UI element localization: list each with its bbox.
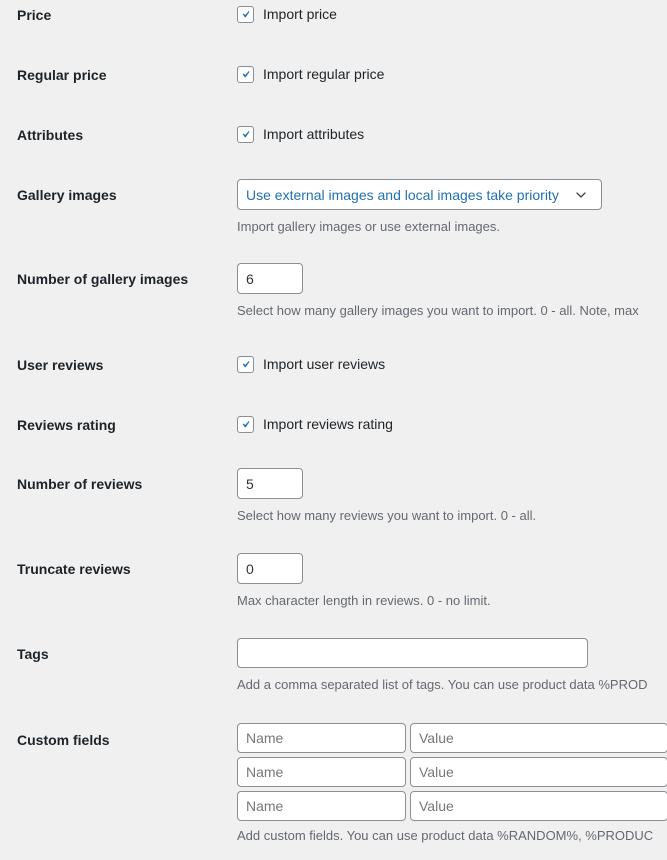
import-price-checkbox[interactable] xyxy=(237,6,254,23)
custom-fields-description: Add custom fields. You can use product d… xyxy=(237,827,667,845)
checkmark-icon xyxy=(239,357,252,372)
checkbox-row-user-reviews[interactable]: Import user reviews xyxy=(237,354,385,374)
import-regular-price-label: Import regular price xyxy=(263,67,384,81)
row-label-tags: Tags xyxy=(17,646,49,662)
custom-field-value-input-2[interactable] xyxy=(410,757,667,787)
number-of-reviews-input[interactable] xyxy=(237,468,303,499)
gallery-images-select[interactable]: Use external images and local images tak… xyxy=(237,179,602,210)
row-label-attributes: Attributes xyxy=(17,127,83,143)
custom-field-name-input-2[interactable] xyxy=(237,757,406,787)
custom-field-name-input-3[interactable] xyxy=(237,791,406,821)
checkmark-icon xyxy=(239,67,252,82)
checkbox-row-regular-price[interactable]: Import regular price xyxy=(237,64,384,84)
checkbox-row-price[interactable]: Import price xyxy=(237,4,337,24)
custom-field-row xyxy=(237,791,667,821)
row-label-truncate-reviews: Truncate reviews xyxy=(17,561,131,577)
import-reviews-rating-label: Import reviews rating xyxy=(263,417,393,431)
field-regular-price: Import regular price xyxy=(237,64,384,84)
row-label-number-of-gallery-images: Number of gallery images xyxy=(17,271,188,287)
number-of-gallery-images-input[interactable] xyxy=(237,263,303,294)
custom-field-value-input-1[interactable] xyxy=(410,723,667,753)
row-label-regular-price: Regular price xyxy=(17,67,106,83)
field-tags: Add a comma separated list of tags. You … xyxy=(237,638,647,694)
truncate-reviews-description: Max character length in reviews. 0 - no … xyxy=(237,592,491,610)
field-attributes: Import attributes xyxy=(237,124,364,144)
import-attributes-checkbox[interactable] xyxy=(237,126,254,143)
field-number-of-reviews: Select how many reviews you want to impo… xyxy=(237,468,536,525)
field-truncate-reviews: Max character length in reviews. 0 - no … xyxy=(237,553,491,610)
custom-field-value-input-3[interactable] xyxy=(410,791,667,821)
row-label-custom-fields: Custom fields xyxy=(17,732,110,748)
row-label-number-of-reviews: Number of reviews xyxy=(17,476,142,492)
row-label-price: Price xyxy=(17,7,51,23)
tags-description: Add a comma separated list of tags. You … xyxy=(237,676,647,694)
gallery-images-selected-option: Use external images and local images tak… xyxy=(246,187,573,203)
field-reviews-rating: Import reviews rating xyxy=(237,414,393,434)
row-label-reviews-rating: Reviews rating xyxy=(17,417,116,433)
checkbox-row-attributes[interactable]: Import attributes xyxy=(237,124,364,144)
checkbox-row-reviews-rating[interactable]: Import reviews rating xyxy=(237,414,393,434)
field-user-reviews: Import user reviews xyxy=(237,354,385,374)
tags-input[interactable] xyxy=(237,638,588,668)
truncate-reviews-input[interactable] xyxy=(237,553,303,584)
import-regular-price-checkbox[interactable] xyxy=(237,66,254,83)
checkmark-icon xyxy=(239,417,252,432)
import-attributes-label: Import attributes xyxy=(263,127,364,141)
import-price-label: Import price xyxy=(263,7,337,21)
field-custom-fields: Add custom fields. You can use product d… xyxy=(237,723,667,845)
checkmark-icon xyxy=(239,127,252,142)
number-of-reviews-description: Select how many reviews you want to impo… xyxy=(237,507,536,525)
row-label-user-reviews: User reviews xyxy=(17,357,103,373)
import-user-reviews-checkbox[interactable] xyxy=(237,356,254,373)
custom-field-row xyxy=(237,757,667,787)
number-of-gallery-images-description: Select how many gallery images you want … xyxy=(237,302,639,320)
import-user-reviews-label: Import user reviews xyxy=(263,357,385,371)
chevron-down-icon xyxy=(573,187,589,203)
field-price: Import price xyxy=(237,4,337,24)
field-gallery-images: Use external images and local images tak… xyxy=(237,179,602,236)
custom-field-row xyxy=(237,723,667,753)
field-number-of-gallery-images: Select how many gallery images you want … xyxy=(237,263,639,320)
checkmark-icon xyxy=(239,7,252,22)
custom-fields-rows xyxy=(237,723,667,821)
gallery-images-description: Import gallery images or use external im… xyxy=(237,218,602,236)
custom-field-name-input-1[interactable] xyxy=(237,723,406,753)
import-reviews-rating-checkbox[interactable] xyxy=(237,416,254,433)
row-label-gallery-images: Gallery images xyxy=(17,187,117,203)
